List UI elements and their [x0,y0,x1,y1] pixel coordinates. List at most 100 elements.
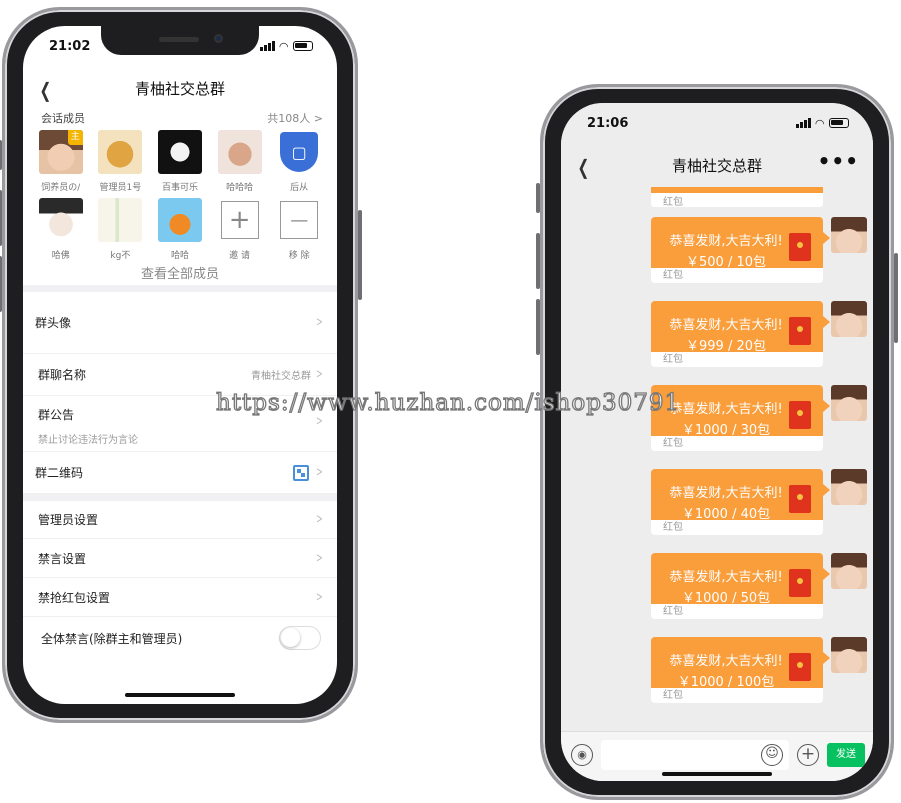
nav-bar: ❮ 青柚社交总群 [23,66,337,110]
view-all-members-link[interactable]: 查看全部成员 [23,263,337,285]
mute-all-toggle[interactable] [279,626,321,650]
member-item[interactable]: kg不 [91,198,151,262]
red-packet-top: 恭喜发财,大吉大利! ￥1000 / 40包 [651,469,823,522]
group-qrcode-row[interactable]: 群二维码 > [23,452,337,494]
send-button[interactable]: 发送 [827,743,865,767]
avatar [38,198,83,242]
member-name: kg不 [110,251,131,261]
sender-avatar[interactable] [831,385,867,421]
chevron-right-icon: > [316,512,323,527]
member-item[interactable]: 哈佛 [31,198,91,262]
member-name: 移 除 [288,251,310,261]
member-item[interactable]: ▢ 后从 [269,130,329,194]
signal-icon [259,41,275,51]
section-divider [23,494,337,501]
status-time: 21:06 [587,115,629,131]
volume-down-button [0,256,2,312]
row-label: 禁言设置 [38,551,87,566]
member-item[interactable]: 哈哈 [150,198,210,262]
group-chat-screen: 21:06 ◠ ❮ 青柚社交总群 ••• 红包 恭喜发财,大吉大利! ￥500 … [561,103,873,781]
sender-avatar[interactable] [831,469,867,505]
bubble-tail [823,652,830,664]
red-packet-bubble[interactable]: 恭喜发财,大吉大利! ￥999 / 20包 红包 [651,301,823,367]
red-packet-bubble[interactable]: 恭喜发财,大吉大利! ￥1000 / 50包 红包 [651,553,823,619]
member-item[interactable]: 管理员1号 [91,130,151,194]
member-item[interactable]: 主 饲养员の/ [31,130,91,194]
page-title: 青柚社交总群 [134,79,225,98]
red-packet-amount: ￥1000 / 30包 [681,423,771,438]
settings-list: 群头像 > 群聊名称 青柚社交总群 > 群公告 禁止讨论违法行为言论 > 群二维… [23,292,337,659]
more-icon[interactable]: ••• [818,149,859,173]
plus-icon: + [220,201,259,239]
group-name-value: 青柚社交总群 [251,371,311,382]
remove-member-button[interactable]: — 移 除 [269,198,329,262]
message-item: 恭喜发财,大吉大利! ￥1000 / 40包 红包 [561,469,873,539]
red-packet-footer: 红包 [651,352,823,367]
red-packet-amount: ￥1000 / 40包 [681,507,771,522]
member-item[interactable]: 百事可乐 [150,130,210,194]
back-icon[interactable]: ❮ [40,78,52,102]
wifi-icon: ◠ [279,39,288,53]
red-packet-wish: 恭喜发财,大吉大利! [669,570,783,585]
home-indicator [125,693,235,697]
red-packet-bubble[interactable]: 恭喜发财,大吉大利! ￥500 / 10包 红包 [651,217,823,283]
chat-title: 青柚社交总群 [671,156,762,175]
row-label: 群二维码 [35,466,84,480]
red-packet-footer: 红包 [651,268,823,283]
red-envelope-icon [789,653,811,681]
mute-all-row: 全体禁言(除群主和管理员) [23,617,337,659]
power-button [894,253,898,343]
battery-icon [293,41,313,51]
member-name: 管理员1号 [99,183,142,193]
phone-right: 21:06 ◠ ❮ 青柚社交总群 ••• 红包 恭喜发财,大吉大利! ￥500 … [536,84,898,800]
notice-preview: 禁止讨论违法行为言论 [38,435,138,446]
section-divider [23,285,337,292]
chevron-right-icon: > [316,589,323,605]
shield-icon: ▢ [280,132,319,172]
qrcode-icon [293,464,309,481]
sender-avatar[interactable] [831,217,867,253]
back-icon[interactable]: ❮ [578,155,590,179]
row-label: 禁抢红包设置 [38,590,111,605]
member-name: 后从 [290,183,309,193]
message-item: 恭喜发财,大吉大利! ￥500 / 10包 红包 [561,217,873,287]
home-indicator [662,772,772,776]
group-avatar-row[interactable]: 群头像 > [23,292,337,354]
red-packet-wish: 恭喜发财,大吉大利! [669,318,783,333]
red-packet-amount: ￥500 / 10包 [686,255,766,270]
member-grid: 主 饲养员の/ 管理员1号 百事可乐 哈哈哈 ▢ 后从 哈佛 kg不 哈哈 + … [23,126,337,262]
voice-icon[interactable]: ◉ [571,744,593,766]
members-count-link[interactable]: 共108人 > [267,110,323,126]
invite-member-button[interactable]: + 邀 请 [210,198,270,262]
red-envelope-icon [789,401,811,429]
mute-settings-row[interactable]: 禁言设置 > [23,539,337,578]
chevron-right-icon: > [316,550,323,566]
message-list: 红包 恭喜发财,大吉大利! ￥500 / 10包 红包 恭喜发财,大吉大利! ￥… [561,187,873,731]
emoji-icon[interactable]: ☺ [761,744,783,766]
red-packet-footer: 红包 [651,604,823,619]
red-packet-bubble[interactable]: 恭喜发财,大吉大利! ￥1000 / 40包 红包 [651,469,823,535]
sender-avatar[interactable] [831,553,867,589]
admin-settings-row[interactable]: 管理员设置 > [23,501,337,539]
volume-down-button [536,299,540,355]
group-settings-screen: 21:02 ◠ ❮ 青柚社交总群 会话成员 共108人 > 主 饲养员の/ 管理… [23,26,337,704]
battery-icon [829,118,849,128]
sender-avatar[interactable] [831,301,867,337]
red-packet-bubble[interactable]: 恭喜发财,大吉大利! ￥1000 / 100包 红包 [651,637,823,703]
power-button [358,210,362,300]
red-packet-footer: 红包 [651,688,823,703]
red-packet-wish: 恭喜发财,大吉大利! [669,654,783,669]
member-item[interactable]: 哈哈哈 [210,130,270,194]
status-time: 21:02 [49,38,91,54]
avatar [157,198,202,242]
member-name: 哈佛 [51,251,70,261]
plus-icon[interactable]: + [797,744,819,766]
avatar [217,130,262,174]
minus-icon: — [280,201,319,239]
sender-avatar[interactable] [831,637,867,673]
no-grab-red-packet-row[interactable]: 禁抢红包设置 > [23,578,337,617]
red-packet-top: 恭喜发财,大吉大利! ￥1000 / 100包 [651,637,823,690]
status-icons: ◠ [795,117,849,130]
avatar [98,198,143,242]
volume-up-button [536,233,540,289]
